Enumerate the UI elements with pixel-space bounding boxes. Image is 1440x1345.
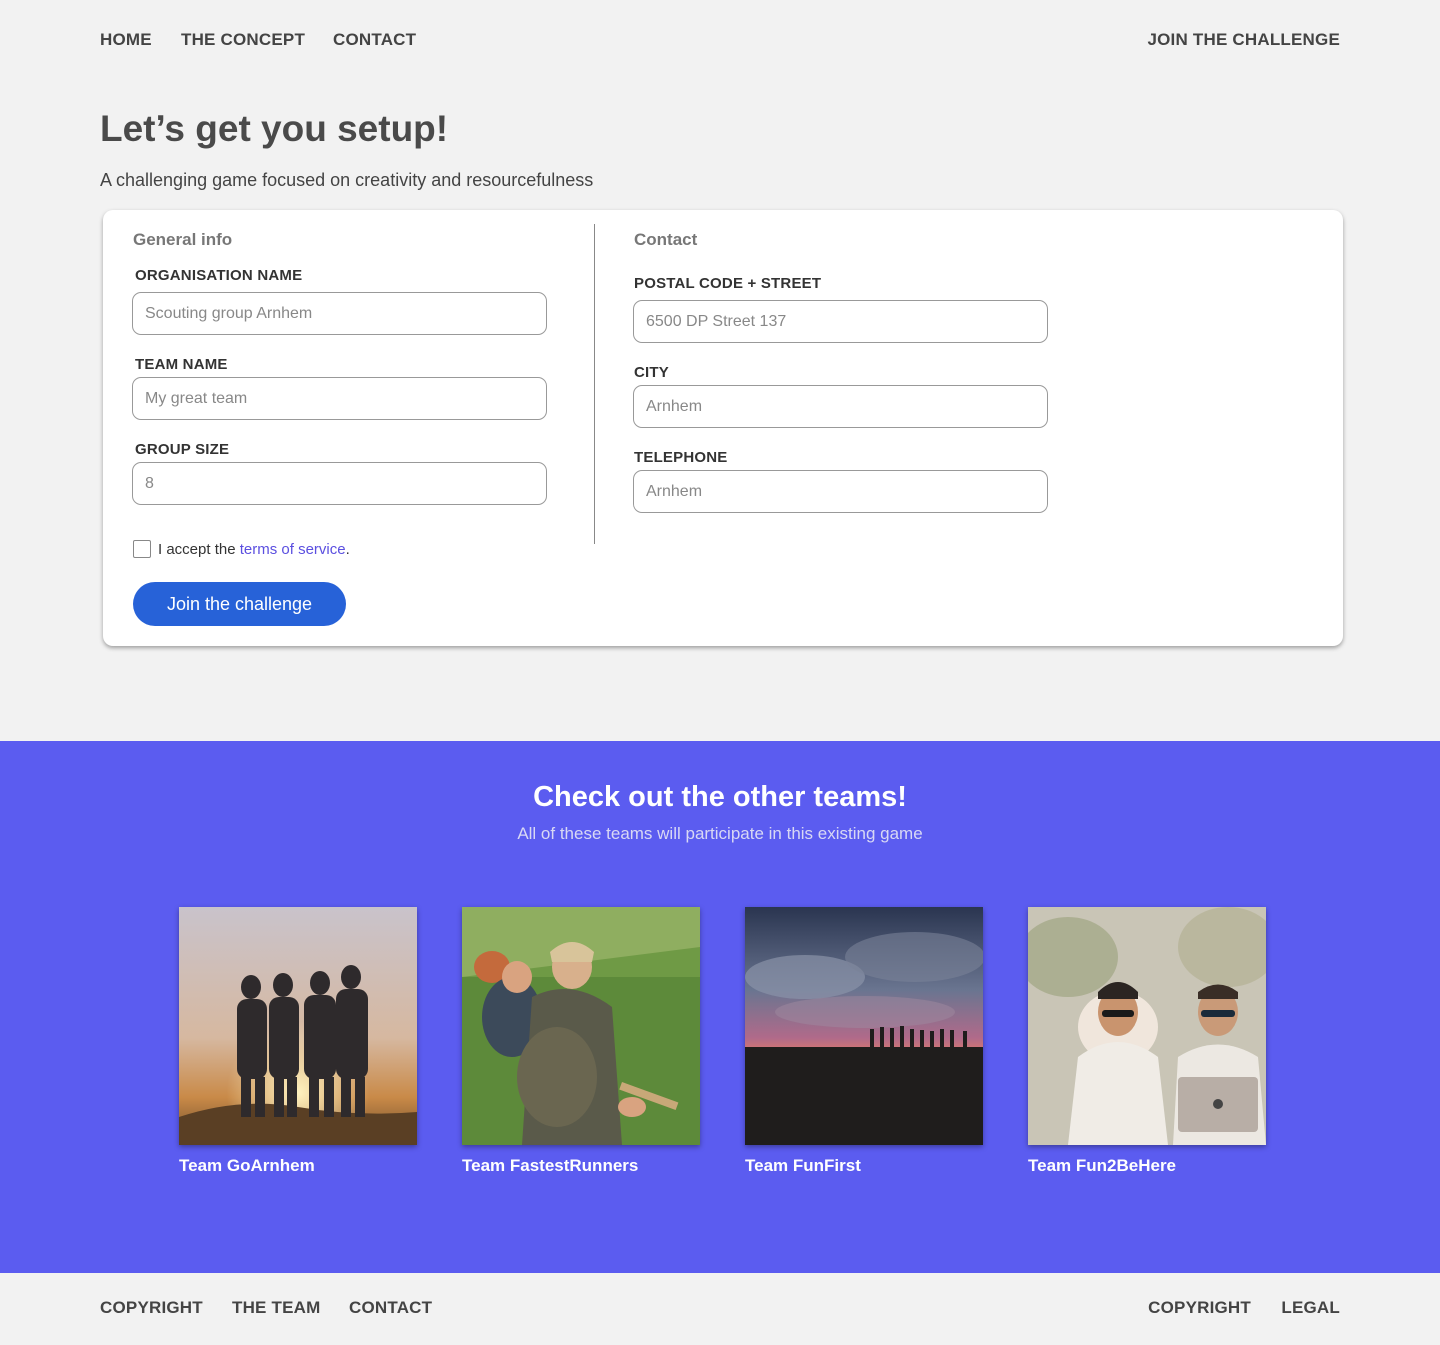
team-name-input[interactable] (132, 377, 547, 420)
postal-code-input[interactable] (633, 300, 1048, 343)
general-info-heading: General info (133, 230, 233, 249)
team-name: Team Fun2BeHere (1028, 1156, 1177, 1175)
join-challenge-button[interactable]: Join the challenge (133, 582, 346, 626)
team-name: Team GoArnhem (179, 1156, 315, 1175)
team-photo (1028, 907, 1266, 1145)
page-subtitle: A challenging game focused on creativity… (100, 170, 594, 190)
footer-nav: COPYRIGHT THE TEAM CONTACT COPYRIGHT LEG… (100, 1298, 1340, 1320)
city-input[interactable] (633, 385, 1048, 428)
footer-legal-link[interactable]: LEGAL (1281, 1298, 1340, 1318)
teams-heading: Check out the other teams! (533, 781, 907, 813)
footer-contact-link[interactable]: CONTACT (349, 1298, 432, 1318)
nav-join-link[interactable]: JOIN THE CHALLENGE (1147, 30, 1340, 50)
team-card[interactable]: Team FunFirst (745, 907, 983, 1176)
team-name-label: TEAM NAME (135, 356, 228, 373)
footer-team-link[interactable]: THE TEAM (232, 1298, 320, 1318)
nav-home-link[interactable]: HOME (100, 30, 152, 50)
team-photo (745, 907, 983, 1145)
team-card[interactable]: Team Fun2BeHere (1028, 907, 1266, 1176)
page-title: Let’s get you setup! (100, 108, 449, 149)
group-size-input[interactable] (132, 462, 547, 505)
postal-code-label: POSTAL CODE + STREET (634, 275, 822, 292)
city-label: CITY (634, 364, 669, 381)
nav-contact-link[interactable]: CONTACT (333, 30, 416, 50)
accept-label: I accept the (158, 541, 236, 558)
team-photo (462, 907, 700, 1145)
terms-of-service-link[interactable]: terms of service (240, 541, 346, 558)
team-name: Team FastestRunners (462, 1156, 639, 1175)
group-size-label: GROUP SIZE (135, 441, 230, 458)
contact-heading: Contact (634, 230, 698, 249)
signup-form-card: General info ORGANISATION NAME TEAM NAME… (103, 210, 1343, 646)
terms-accept-text: I accept the terms of service. (158, 541, 350, 558)
top-nav: HOME THE CONCEPT CONTACT JOIN THE CHALLE… (100, 30, 1340, 52)
other-teams-section: Check out the other teams! All of these … (0, 741, 1440, 1273)
telephone-input[interactable] (633, 470, 1048, 513)
terms-period: . (345, 541, 350, 558)
team-name: Team FunFirst (745, 1156, 861, 1175)
team-card[interactable]: Team FastestRunners (462, 907, 700, 1176)
footer-copyright-right-link[interactable]: COPYRIGHT (1148, 1298, 1251, 1318)
terms-checkbox[interactable] (133, 540, 151, 558)
teams-subheading: All of these teams will participate in t… (517, 824, 923, 843)
telephone-label: TELEPHONE (634, 449, 728, 466)
team-card[interactable]: Team GoArnhem (179, 907, 417, 1176)
organisation-name-input[interactable] (132, 292, 547, 335)
form-column-divider (594, 224, 595, 544)
footer-copyright-link[interactable]: COPYRIGHT (100, 1298, 203, 1318)
team-photo (179, 907, 417, 1145)
nav-concept-link[interactable]: THE CONCEPT (181, 30, 305, 50)
organisation-name-label: ORGANISATION NAME (135, 267, 303, 284)
